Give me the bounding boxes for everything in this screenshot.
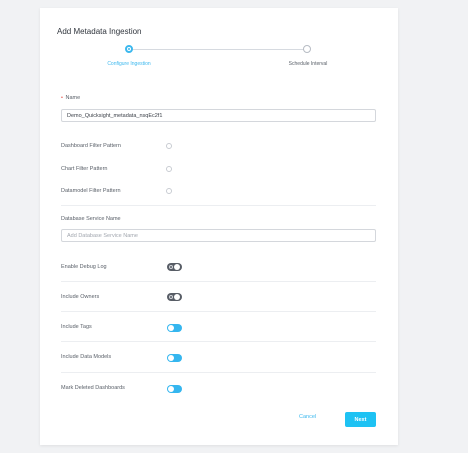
switch-knob: [168, 386, 174, 392]
switch-knob: [174, 264, 180, 270]
include-tags-switch[interactable]: [167, 324, 182, 332]
step-configure-ingestion-label: Configure Ingestion: [107, 61, 151, 67]
next-button[interactable]: Next: [345, 412, 376, 427]
datamodel-filter-pattern-label: Datamodel Filter Pattern: [61, 188, 121, 194]
database-service-name-input[interactable]: [61, 229, 376, 242]
include-owners-label: Include Owners: [61, 294, 100, 300]
row-divider: [61, 372, 376, 373]
step-schedule-interval-label: Schedule Interval: [288, 61, 328, 67]
required-asterisk: •: [61, 95, 63, 101]
switch-knob: [168, 325, 174, 331]
dialog-title: Add Metadata Ingestion: [57, 27, 142, 36]
include-data-models-switch[interactable]: [167, 354, 182, 362]
stepper-connector: [129, 49, 307, 50]
name-label: • Name: [61, 95, 81, 101]
chart-filter-pattern-label: Chart Filter Pattern: [61, 166, 108, 172]
include-owners-switch[interactable]: [167, 293, 182, 301]
switch-knob: [168, 355, 174, 361]
datamodel-filter-pattern-toggle[interactable]: [166, 188, 172, 194]
add-metadata-ingestion-dialog: Add Metadata Ingestion Configure Ingesti…: [40, 8, 398, 445]
name-input[interactable]: [61, 109, 376, 122]
database-service-name-label: Database Service Name: [61, 216, 121, 222]
row-divider: [61, 341, 376, 342]
step-schedule-interval-indicator[interactable]: [303, 45, 311, 53]
row-divider: [61, 311, 376, 312]
dashboard-filter-pattern-label: Dashboard Filter Pattern: [61, 143, 121, 149]
enable-debug-log-switch[interactable]: [167, 263, 182, 271]
include-data-models-label: Include Data Models: [61, 354, 112, 360]
dashboard-filter-pattern-toggle[interactable]: [166, 143, 172, 149]
mark-deleted-dashboards-label: Mark Deleted Dashboards: [61, 385, 125, 391]
chart-filter-pattern-toggle[interactable]: [166, 166, 172, 172]
cancel-button[interactable]: Cancel: [299, 414, 316, 420]
switch-knob: [174, 294, 180, 300]
section-divider: [61, 205, 376, 206]
enable-debug-log-label: Enable Debug Log: [61, 264, 107, 270]
step-configure-ingestion-indicator[interactable]: [125, 45, 133, 53]
include-tags-label: Include Tags: [61, 324, 92, 330]
mark-deleted-dashboards-switch[interactable]: [167, 385, 182, 393]
row-divider: [61, 281, 376, 282]
